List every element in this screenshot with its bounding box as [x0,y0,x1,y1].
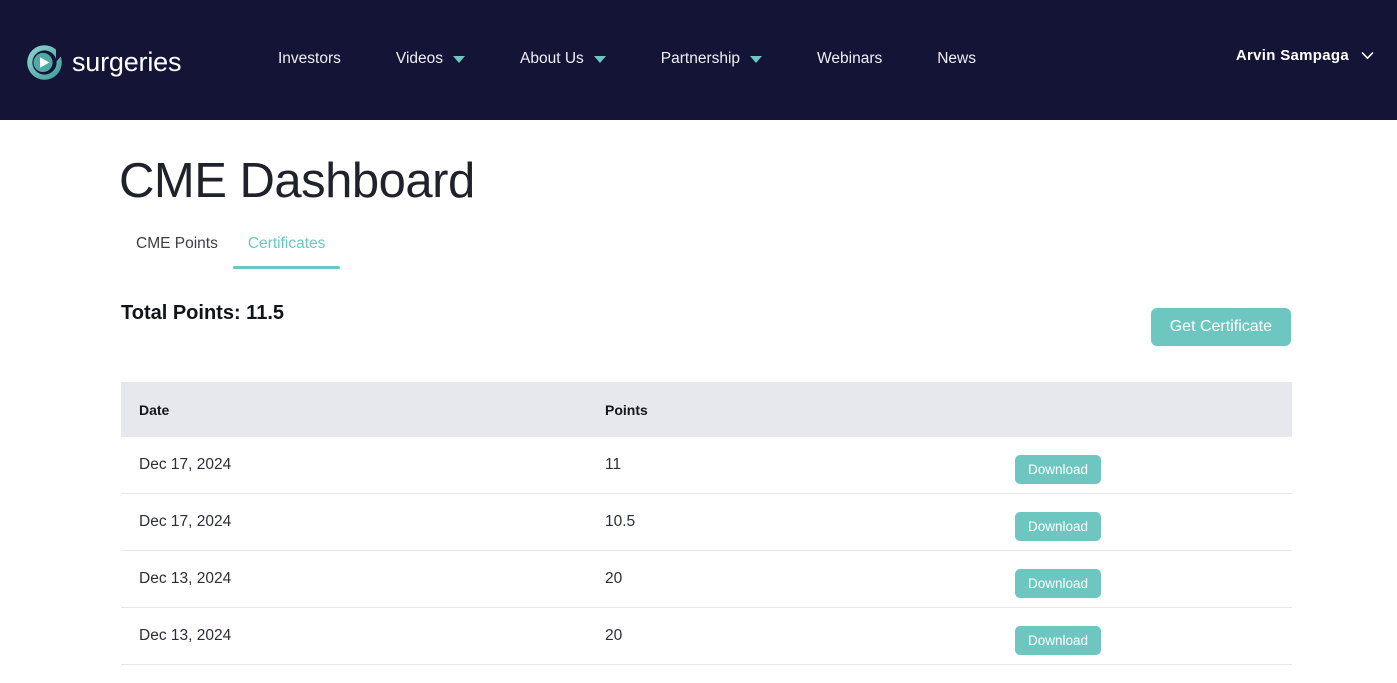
table-header-row: Date Points [121,382,1292,437]
nav-item-webinars[interactable]: Webinars [805,44,894,74]
download-button[interactable]: Download [1015,512,1102,541]
cell-action: Download [1015,560,1292,598]
chevron-down-icon [593,55,606,63]
chevron-down-icon [750,55,763,63]
brand-name: surgeries [72,46,182,77]
play-circle-logo-icon [26,44,63,81]
download-button[interactable]: Download [1015,569,1102,598]
top-navigation-bar: surgeries Investors Videos About Us Part… [0,0,1397,120]
get-certificate-button[interactable]: Get Certificate [1150,308,1291,346]
user-name-label: Arvin Sampaga [1235,47,1349,64]
chevron-down-icon [1360,48,1375,63]
chevron-down-icon [453,55,466,63]
nav-item-partnership[interactable]: Partnership [649,44,774,74]
nav-item-about-us[interactable]: About Us [508,44,618,74]
nav-label: Partnership [660,50,741,67]
cell-date: Dec 13, 2024 [139,627,232,644]
cell-points: 20 [605,570,623,587]
tab-certificates[interactable]: Certificates [232,225,341,269]
nav-label: News [937,50,976,67]
tab-bar: CME Points Certificates [121,225,340,269]
primary-nav: Investors Videos About Us Partnership We… [266,44,988,74]
brand-logo[interactable]: surgeries [26,42,181,82]
cell-date: Dec 13, 2024 [139,570,232,587]
nav-label: Investors [278,50,341,67]
cell-action: Download [1015,503,1292,541]
download-button[interactable]: Download [1015,626,1102,655]
nav-item-news[interactable]: News [925,44,988,74]
cell-action: Download [1015,446,1292,484]
nav-label: Videos [395,50,444,67]
cell-points: 11 [605,456,622,473]
user-account-menu[interactable]: Arvin Sampaga [1236,47,1375,64]
tab-label: CME Points [136,235,218,252]
table-row: Dec 13, 2024 20 Download [121,608,1292,665]
cell-points: 20 [605,627,623,644]
column-header-points: Points [605,401,648,418]
nav-label: Webinars [817,50,883,67]
cell-points: 10.5 [605,513,636,530]
tab-label: Certificates [247,235,326,252]
page-title: CME Dashboard [119,154,475,208]
table-row: Dec 17, 2024 11 Download [121,437,1292,494]
download-button[interactable]: Download [1015,455,1102,484]
certificates-table: Date Points Dec 17, 2024 11 Download Dec… [121,382,1292,665]
column-header-date: Date [139,401,170,418]
table-row: Dec 17, 2024 10.5 Download [121,494,1292,551]
table-row: Dec 13, 2024 20 Download [121,551,1292,608]
nav-item-videos[interactable]: Videos [384,44,477,74]
total-points-label: Total Points: 11.5 [121,302,284,324]
cell-action: Download [1015,617,1292,655]
tab-cme-points[interactable]: CME Points [121,225,233,269]
cell-date: Dec 17, 2024 [139,456,232,473]
nav-label: About Us [520,50,584,67]
nav-item-investors[interactable]: Investors [266,44,353,74]
cell-date: Dec 17, 2024 [139,513,232,530]
